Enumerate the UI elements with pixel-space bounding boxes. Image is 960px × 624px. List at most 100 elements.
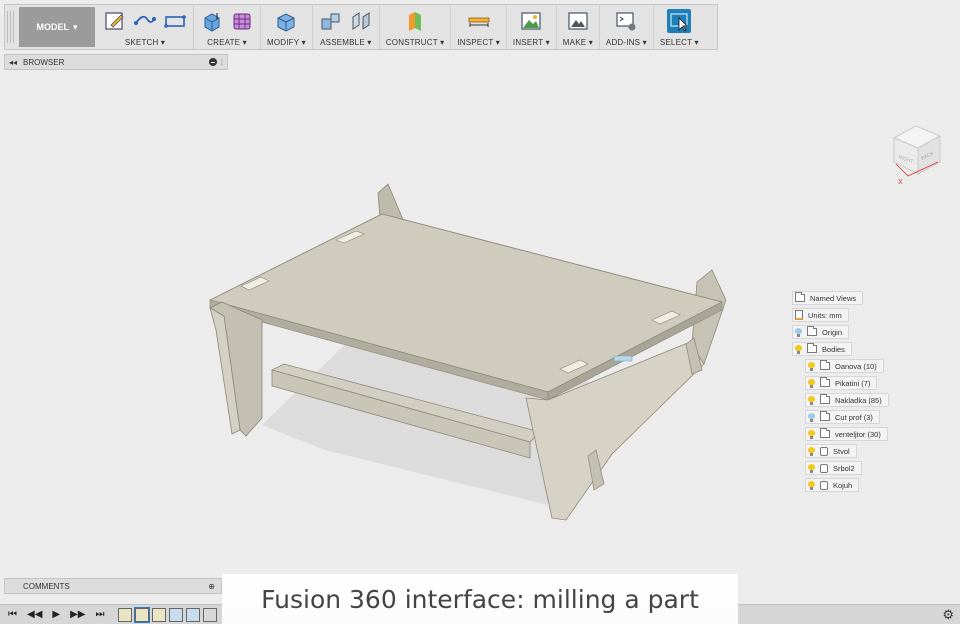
timeline-sketch-feature-icon[interactable] <box>118 607 133 622</box>
tree-named-views[interactable]: Named Views <box>792 291 864 305</box>
folder-icon <box>807 343 817 353</box>
toolbar-group-label: CONSTRUCT <box>386 38 445 47</box>
tree-units[interactable]: Units: mm <box>792 308 849 322</box>
form-icon[interactable] <box>230 9 254 33</box>
toolbar-group-select[interactable]: SELECT <box>654 5 705 49</box>
visibility-bulb-icon[interactable] <box>808 446 815 456</box>
tree-item-pikatini[interactable]: Pikatini (7) <box>805 376 878 390</box>
axis-label: X <box>898 179 903 186</box>
body-icon <box>820 446 828 456</box>
toolbar-group-sketch[interactable]: SKETCH <box>97 5 194 49</box>
workspace-label: MODEL <box>36 22 69 32</box>
toolbar-group-create[interactable]: CREATE <box>194 5 261 49</box>
extrude-icon[interactable] <box>200 9 224 33</box>
tree-item-label: Named Views <box>810 293 857 303</box>
tree-bodies[interactable]: Bodies <box>792 342 852 356</box>
insert-image-icon[interactable] <box>519 9 543 33</box>
timeline-component-feature-icon[interactable] <box>203 607 218 622</box>
toolbar-grip[interactable] <box>7 11 15 43</box>
viewcube[interactable]: RIGHT BACK X <box>886 118 946 190</box>
tree-item-cut-prof[interactable]: Cut prof (3) <box>805 410 880 424</box>
gear-icon[interactable]: ⚙ <box>942 607 954 623</box>
tree-item-srbol2[interactable]: Srbol2 <box>805 461 862 475</box>
visibility-bulb-icon[interactable] <box>808 480 815 490</box>
toolbar-group-label: ADD-INS <box>606 38 647 47</box>
toolbar-group-label: SKETCH <box>125 38 165 47</box>
comments-panel-header[interactable]: COMMENTS ⊕ <box>4 578 222 594</box>
step-back-icon[interactable]: ◀◀ <box>27 609 42 620</box>
measure-icon[interactable] <box>467 9 491 33</box>
toolbar-group-add-ins[interactable]: ADD-INS <box>600 5 654 49</box>
folder-icon <box>820 428 830 438</box>
visibility-bulb-icon[interactable] <box>808 412 815 422</box>
panel-grip-icon[interactable]: ⁞ <box>221 58 223 67</box>
tree-item-oanova[interactable]: Oanova (10) <box>805 359 884 373</box>
create-sketch-icon[interactable] <box>103 9 127 33</box>
toolbar-group-inspect[interactable]: INSPECT <box>451 5 507 49</box>
tree-item-venteljtor[interactable]: venteljtor (30) <box>805 427 888 441</box>
toolbar-group-label: CREATE <box>207 38 247 47</box>
new-component-icon[interactable] <box>319 9 343 33</box>
rectangle-tool-icon[interactable] <box>163 9 187 33</box>
visibility-bulb-icon[interactable] <box>808 395 815 405</box>
add-comment-icon[interactable]: ⊕ <box>208 582 215 591</box>
tree-item-stvol[interactable]: Stvol <box>805 444 857 458</box>
folder-icon <box>820 394 830 404</box>
toolbar-group-label: INSERT <box>513 38 550 47</box>
toolbar-group-label: SELECT <box>660 38 699 47</box>
tree-item-label: Origin <box>822 327 843 337</box>
joint-icon[interactable] <box>349 9 373 33</box>
toolbar-group-assemble[interactable]: ASSEMBLE <box>313 5 380 49</box>
go-to-start-icon[interactable]: ⏮ <box>8 609 17 620</box>
toolbar-group-construct[interactable]: CONSTRUCT <box>380 5 452 49</box>
tree-item-label: Srbol2 <box>833 463 855 473</box>
tree-item-kojuh[interactable]: Kojuh <box>805 478 860 492</box>
line-tool-icon[interactable] <box>133 9 157 33</box>
caption-overlay: Fusion 360 interface: milling a part <box>222 574 738 624</box>
offset-plane-icon[interactable] <box>403 9 427 33</box>
scripts-addins-icon[interactable] <box>614 9 638 33</box>
body-icon <box>820 463 828 473</box>
collapse-panel-icon[interactable]: ◂◂ <box>9 58 17 67</box>
toolbar-group-modify[interactable]: MODIFY <box>261 5 313 49</box>
tree-item-label: Pikatini (7) <box>835 378 871 388</box>
go-to-end-icon[interactable]: ⏭ <box>95 609 104 620</box>
tree-item-nakladka[interactable]: Nakladka (85) <box>805 393 889 407</box>
toolbar-group-label: ASSEMBLE <box>320 38 371 47</box>
folder-icon <box>807 326 817 336</box>
tree-item-label: Oanova (10) <box>835 361 877 371</box>
visibility-bulb-icon[interactable] <box>795 327 802 337</box>
timeline-sketch-feature-icon[interactable] <box>152 607 167 622</box>
visibility-bulb-icon[interactable] <box>808 361 815 371</box>
browser-panel-header[interactable]: ◂◂ BROWSER ⁞ <box>4 54 228 70</box>
minimize-icon[interactable] <box>208 58 217 66</box>
tree-item-label: Kojuh <box>833 480 853 490</box>
chevron-down-icon: ▾ <box>72 21 78 32</box>
select-tool-icon[interactable] <box>667 9 692 33</box>
step-forward-icon[interactable]: ▶▶ <box>70 609 85 620</box>
timeline-extrude-feature-icon[interactable] <box>169 607 184 622</box>
play-icon[interactable]: ▶ <box>52 609 60 620</box>
units-document-icon <box>795 310 803 320</box>
toolbar-group-insert[interactable]: INSERT <box>507 5 557 49</box>
tree-item-label: Nakladka (85) <box>835 395 882 405</box>
visibility-bulb-icon[interactable] <box>808 463 815 473</box>
folder-icon <box>795 292 805 302</box>
tree-item-label: venteljtor (30) <box>835 429 881 439</box>
folder-icon <box>820 411 830 421</box>
press-pull-icon[interactable] <box>274 9 298 33</box>
tree-item-label: Stvol <box>833 446 850 456</box>
workspace-switcher-button[interactable]: MODEL ▾ <box>19 7 95 47</box>
visibility-bulb-icon[interactable] <box>808 378 815 388</box>
visibility-bulb-icon[interactable] <box>795 344 802 354</box>
toolbar-group-make[interactable]: MAKE <box>557 5 600 49</box>
main-toolbar: MODEL ▾ SKETCH CREATE MODIFY ASSEMBLE <box>4 4 718 50</box>
tree-origin[interactable]: Origin <box>792 325 850 339</box>
timeline-extrude-feature-icon[interactable] <box>186 607 201 622</box>
visibility-bulb-icon[interactable] <box>808 429 815 439</box>
folder-icon <box>820 377 830 387</box>
toolbar-group-label: INSPECT <box>457 38 500 47</box>
3d-print-icon[interactable] <box>566 9 590 33</box>
toolbar-group-label: MAKE <box>563 38 593 47</box>
timeline-sketch-feature-icon[interactable] <box>134 606 151 623</box>
